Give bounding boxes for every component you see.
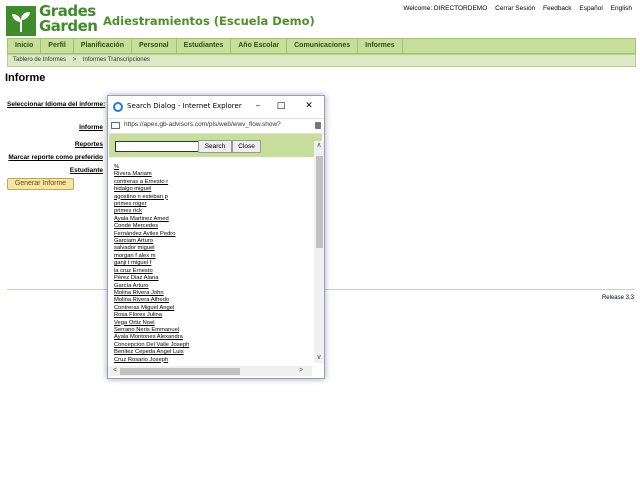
vertical-scroll-thumb[interactable] xyxy=(316,156,323,248)
mark-default-label[interactable]: Marcar reporte como preferido xyxy=(8,154,103,161)
horizontal-scroll-thumb[interactable] xyxy=(120,368,240,375)
result-item[interactable]: Concepcion Del Valle Joseph xyxy=(114,342,310,349)
result-item[interactable]: morgan f alex m xyxy=(114,253,310,260)
result-item[interactable]: agostino n esteban p xyxy=(114,194,310,201)
close-icon[interactable]: ✕ xyxy=(302,99,316,113)
result-item[interactable]: Benitez Cepeda Angel Luis xyxy=(114,349,310,356)
logout-link[interactable]: Cerrar Sesión xyxy=(495,5,535,12)
result-item[interactable]: Ayala Martinez Amed xyxy=(114,216,310,223)
result-item[interactable]: Rosa Flores Julina xyxy=(114,312,310,319)
sprout-icon xyxy=(6,6,36,36)
spanish-link[interactable]: Español xyxy=(579,5,603,12)
nav-ano-escolar[interactable]: Año Escolar xyxy=(231,39,288,53)
result-item[interactable]: primes roger xyxy=(114,201,310,208)
nav-personal[interactable]: Personal xyxy=(132,39,177,53)
dialog-titlebar[interactable]: Search Dialog - Internet Explorer – □ ✕ xyxy=(108,96,324,118)
result-item[interactable]: Garciam Arturo xyxy=(114,238,310,245)
nav-comunicaciones[interactable]: Comunicaciones xyxy=(287,39,359,53)
breadcrumb: Tablero de Informes > Informes Transcrip… xyxy=(7,54,636,67)
address-text: https://apex.gb-advisors.com/pls/web/wwv… xyxy=(124,121,281,128)
page-icon xyxy=(111,122,120,129)
scroll-up-icon[interactable]: ∧ xyxy=(314,141,324,151)
minimize-icon[interactable]: – xyxy=(251,99,265,113)
logo-text: Grades Garden xyxy=(39,4,98,35)
release-text: Release 3.3 xyxy=(601,295,634,301)
nav-planificacion[interactable]: Planificación xyxy=(74,39,132,53)
reports-label[interactable]: Reportes xyxy=(75,141,103,148)
nav-estudiantes[interactable]: Estudiantes xyxy=(177,39,232,53)
result-item[interactable]: % xyxy=(114,164,310,171)
horizontal-scrollbar[interactable]: < > xyxy=(108,366,312,376)
nav-inicio[interactable]: Inicio xyxy=(8,39,42,53)
top-links: Welcome: DIRECTORDEMO Cerrar Sesión Feed… xyxy=(397,5,632,12)
ie-icon xyxy=(113,102,123,112)
result-item[interactable]: contreras a Ernesto r xyxy=(114,179,310,186)
result-item[interactable]: Fernández Aviles Pedro xyxy=(114,231,310,238)
result-item[interactable]: Serrano Neris Emmanuel xyxy=(114,327,310,334)
result-item[interactable]: Vega Ortiz Noel xyxy=(114,320,310,327)
nav-informes[interactable]: Informes xyxy=(358,39,403,53)
app-title: Adiestramientos (Escuela Demo) xyxy=(103,14,315,28)
search-bar: Search Close xyxy=(109,134,322,157)
scroll-down-icon[interactable]: ∨ xyxy=(314,353,324,363)
report-label[interactable]: Informe xyxy=(79,124,103,131)
search-button[interactable]: Search xyxy=(198,140,232,153)
result-item[interactable]: salvador miguel xyxy=(114,245,310,252)
generate-report-button[interactable]: Generar Informe xyxy=(7,178,74,190)
result-item[interactable]: Cruz Rosario Joseph xyxy=(114,357,310,364)
result-item[interactable]: ganji t miguel f xyxy=(114,260,310,267)
result-item[interactable]: Ayala Montones Alexandra xyxy=(114,334,310,341)
search-dialog-window: Search Dialog - Internet Explorer – □ ✕ … xyxy=(107,95,325,379)
breadcrumb-tablero[interactable]: Tablero de Informes xyxy=(13,57,66,63)
address-bar[interactable]: https://apex.gb-advisors.com/pls/web/wwv… xyxy=(108,118,324,134)
results-list: % Rivera Mariam contreras a Ernesto r hidal… xyxy=(114,164,310,364)
result-item[interactable]: Molina Rivera Alfredo xyxy=(114,297,310,304)
result-item[interactable]: la cruz Ernesto xyxy=(114,268,310,275)
grades-garden-logo[interactable]: Grades Garden xyxy=(6,4,98,36)
nav-perfil[interactable]: Perfil xyxy=(41,39,74,53)
logo-line2: Garden xyxy=(39,17,98,35)
close-button[interactable]: Close xyxy=(232,140,261,153)
result-item[interactable]: García Arturo xyxy=(114,283,310,290)
result-item[interactable]: Molina Rivera John xyxy=(114,290,310,297)
main-nav: Inicio Perfil Planificación Personal Est… xyxy=(7,38,636,54)
breadcrumb-transcripciones[interactable]: Informes Transcripciones xyxy=(83,57,150,63)
result-item[interactable]: primes rick xyxy=(114,208,310,215)
result-item[interactable]: Contreras Miguel Angel xyxy=(114,305,310,312)
result-item[interactable]: Conde Mercedes xyxy=(114,223,310,230)
language-label[interactable]: Seleccionar Idioma del informe: xyxy=(7,101,105,108)
result-item[interactable]: hidalgo miguel xyxy=(114,186,310,193)
scroll-right-icon[interactable]: > xyxy=(296,366,306,376)
result-item[interactable]: Rivera Mariam xyxy=(114,171,310,178)
scroll-left-icon[interactable]: < xyxy=(110,366,120,376)
vertical-scrollbar[interactable]: ∧ ∨ xyxy=(314,141,324,363)
feedback-link[interactable]: Feedback xyxy=(543,5,572,12)
student-label[interactable]: Estudiante xyxy=(70,167,103,174)
page-title: Informe xyxy=(5,72,46,84)
lock-icon xyxy=(315,122,321,129)
english-link[interactable]: English xyxy=(611,5,632,12)
search-input[interactable] xyxy=(115,141,201,152)
result-item[interactable]: Pérez Diaz Alana xyxy=(114,275,310,282)
dialog-title: Search Dialog - Internet Explorer xyxy=(127,102,242,110)
maximize-icon[interactable]: □ xyxy=(274,99,288,113)
breadcrumb-separator: > xyxy=(72,57,77,63)
welcome-text: Welcome: DIRECTORDEMO xyxy=(403,5,488,12)
